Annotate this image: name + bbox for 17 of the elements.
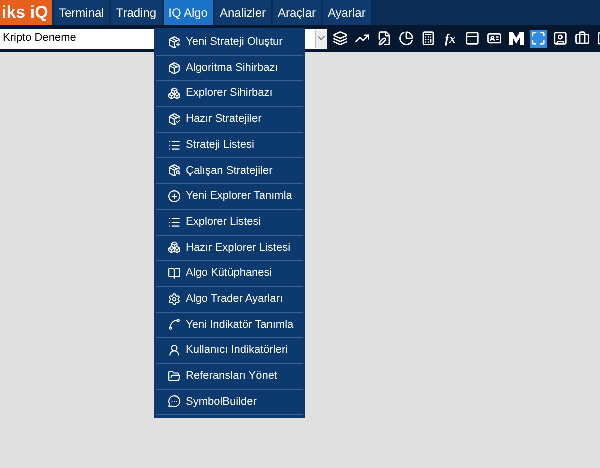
logo: iks iQ <box>0 0 52 25</box>
menu-item-label: Çalışan Stratejiler <box>186 164 273 179</box>
menu-item-label: Algo Trader Ayarları <box>186 292 284 307</box>
menu-item-label: Explorer Sihirbazı <box>186 86 273 102</box>
menu-item-label: Hazır Explorer Listesi <box>186 240 291 256</box>
menu-item-label: Explorer Listesi <box>186 214 262 230</box>
menu-item-label: Yeni Explorer Tanımla <box>186 189 292 204</box>
menu-item-label: SymbolBuilder <box>186 394 257 410</box>
menu-item-label: Yeni Strateji Oluştur <box>186 35 283 50</box>
menu-item-label: Referansları Yönet <box>186 369 278 384</box>
menu-item-label: Algo Kütüphanesi <box>186 266 272 282</box>
menu-item-label: Hazır Stratejiler <box>186 112 262 128</box>
menu-item-label: Algoritma Sihirbazı <box>186 60 278 76</box>
menu-item-label: Strateji Listesi <box>186 138 254 153</box>
menu-item-label: Kullanıcı Indikatörleri <box>186 343 288 358</box>
menu-item-label: Yeni Indikatör Tanımla <box>186 318 294 333</box>
workspace-name: Kripto Deneme <box>2 31 76 46</box>
